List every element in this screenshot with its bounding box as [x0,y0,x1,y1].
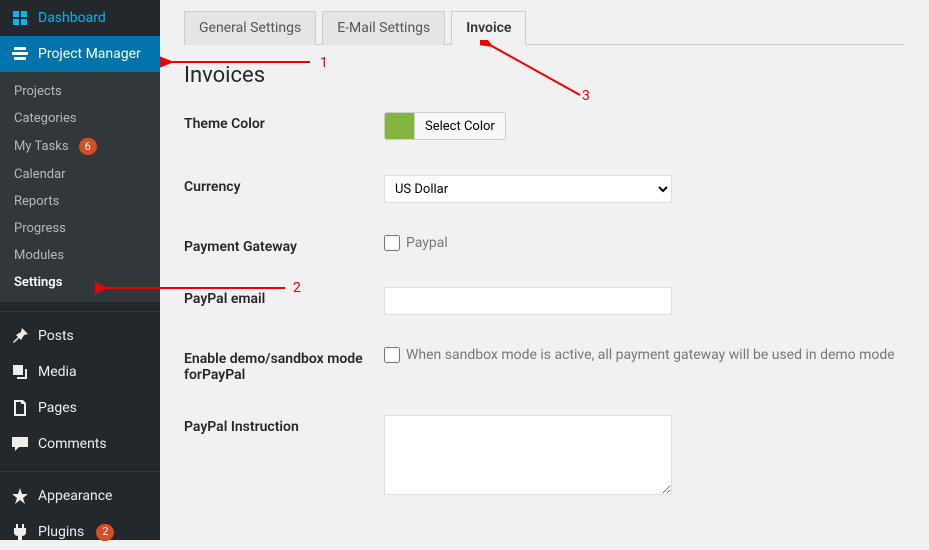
sidebar-item-dashboard[interactable]: Dashboard [0,0,160,36]
sidebar-item-label: Appearance [38,488,112,504]
sidebar-subitem-modules[interactable]: Modules [0,242,160,269]
field-label: Payment Gateway [184,235,384,255]
sidebar-item-comments[interactable]: Comments [0,426,160,462]
field-theme-color: Theme Color Select Color [184,112,905,143]
admin-sidebar: Dashboard Project Manager Projects Categ… [0,0,160,540]
sidebar-subitem-reports[interactable]: Reports [0,188,160,215]
sandbox-checkbox-wrap[interactable]: When sandbox mode is active, all payment… [384,347,905,363]
pages-icon [10,398,30,418]
tab-email-settings[interactable]: E-Mail Settings [322,11,445,45]
sandbox-hint: When sandbox mode is active, all payment… [406,347,895,363]
main-content: General Settings E-Mail Settings Invoice… [160,0,929,541]
settings-tabs: General Settings E-Mail Settings Invoice [184,10,905,45]
field-label: Enable demo/sandbox mode forPayPal [184,347,384,383]
dashboard-icon [10,8,30,28]
paypal-checkbox[interactable] [384,235,400,251]
field-label: PayPal Instruction [184,415,384,435]
badge-my-tasks: 6 [79,138,97,155]
sidebar-separator [0,462,160,472]
tab-general-settings[interactable]: General Settings [184,11,316,45]
page-title: Invoices [184,63,905,88]
project-manager-icon [10,44,30,64]
sidebar-item-label: Pages [38,400,77,416]
sidebar-item-label: Media [38,364,77,380]
sidebar-subitem-projects[interactable]: Projects [0,78,160,105]
field-currency: Currency US Dollar [184,175,905,203]
sidebar-subitem-progress[interactable]: Progress [0,215,160,242]
sidebar-item-plugins[interactable]: Plugins 2 [0,514,160,550]
appearance-icon [10,486,30,506]
comments-icon [10,434,30,454]
field-label: Theme Color [184,112,384,132]
sidebar-item-project-manager[interactable]: Project Manager [0,36,160,72]
paypal-checkbox-label: Paypal [406,235,448,251]
sidebar-item-posts[interactable]: Posts [0,318,160,354]
pushpin-icon [10,326,30,346]
annotation-label-2: 2 [293,280,301,296]
sidebar-item-label: Dashboard [38,10,106,26]
media-icon [10,362,30,382]
sidebar-item-label: Plugins [38,524,84,540]
paypal-checkbox-wrap[interactable]: Paypal [384,235,905,251]
sandbox-checkbox[interactable] [384,347,400,363]
field-paypal-instruction: PayPal Instruction [184,415,905,499]
field-payment-gateway: Payment Gateway Paypal [184,235,905,255]
select-color-label: Select Color [415,119,505,134]
sidebar-item-pages[interactable]: Pages [0,390,160,426]
sidebar-subitem-calendar[interactable]: Calendar [0,161,160,188]
paypal-instruction-textarea[interactable] [384,415,672,495]
annotation-label-1: 1 [320,55,328,71]
select-color-button[interactable]: Select Color [384,112,506,140]
field-label: Currency [184,175,384,195]
badge-plugins: 2 [96,524,114,541]
sidebar-subitem-my-tasks[interactable]: My Tasks6 [0,132,160,161]
sidebar-item-label: Project Manager [38,46,141,62]
paypal-email-input[interactable] [384,287,672,315]
field-sandbox-mode: Enable demo/sandbox mode forPayPal When … [184,347,905,383]
color-swatch [385,113,415,139]
tab-invoice[interactable]: Invoice [451,11,526,45]
sidebar-item-appearance[interactable]: Appearance [0,478,160,514]
sidebar-item-media[interactable]: Media [0,354,160,390]
field-label: PayPal email [184,287,384,307]
sidebar-item-label: Posts [38,328,74,344]
plugins-icon [10,522,30,542]
sidebar-separator [0,302,160,312]
sidebar-submenu: Projects Categories My Tasks6 Calendar R… [0,72,160,302]
annotation-label-3: 3 [582,88,590,104]
sidebar-subitem-categories[interactable]: Categories [0,105,160,132]
sidebar-item-label: Comments [38,436,107,452]
sidebar-subitem-settings[interactable]: Settings [0,269,160,296]
currency-select[interactable]: US Dollar [384,175,672,203]
